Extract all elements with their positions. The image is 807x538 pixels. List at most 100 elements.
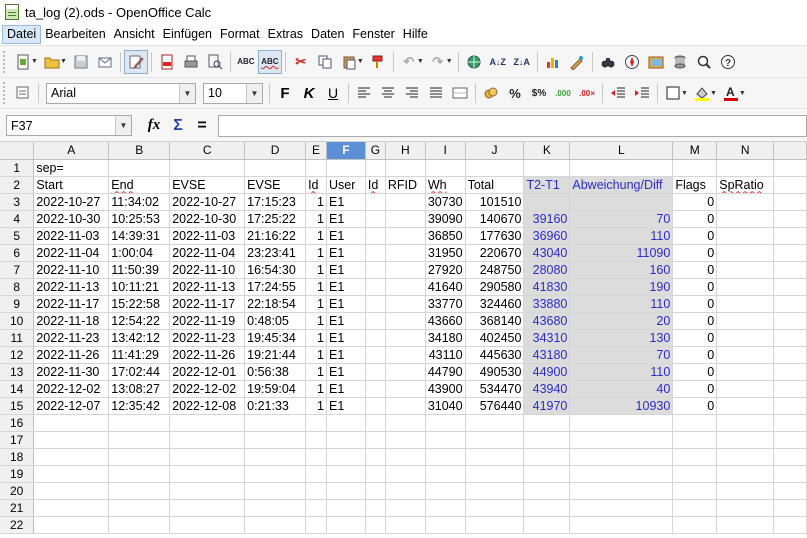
column-header-g[interactable]: G [365, 142, 386, 160]
cell-c1[interactable] [169, 159, 246, 177]
cell-h5[interactable] [385, 227, 426, 245]
cell-l6[interactable]: 11090 [569, 244, 674, 262]
autospellcheck-icon[interactable]: ABC [257, 49, 282, 74]
cell-c8[interactable]: 2022-11-13 [169, 278, 246, 296]
cell-c6[interactable]: 2022-11-04 [169, 244, 246, 262]
cell-h10[interactable] [385, 312, 426, 330]
cell-d12[interactable]: 19:21:44 [244, 346, 307, 364]
cell-i15[interactable]: 31040 [425, 397, 466, 415]
cell-f19[interactable] [326, 465, 366, 483]
cell-f18[interactable] [326, 448, 366, 466]
align-left-icon[interactable] [352, 81, 376, 105]
cell-h11[interactable] [385, 329, 426, 347]
cell-overflow[interactable] [773, 465, 807, 483]
cell-a12[interactable]: 2022-11-26 [33, 346, 110, 364]
cell-m3[interactable]: 0 [672, 193, 718, 211]
spellcheck-icon[interactable]: ABC [234, 50, 258, 74]
cell-l18[interactable] [569, 448, 674, 466]
cell-j15[interactable]: 576440 [465, 397, 525, 415]
cell-e1[interactable] [305, 159, 327, 177]
cell-b18[interactable] [108, 448, 171, 466]
merge-cells-icon[interactable] [448, 81, 472, 105]
cell-e12[interactable]: 1 [305, 346, 327, 364]
cell-i3[interactable]: 30730 [425, 193, 466, 211]
align-right-icon[interactable] [400, 81, 424, 105]
cell-j10[interactable]: 368140 [465, 312, 525, 330]
cell-g22[interactable] [365, 516, 386, 534]
cell-b4[interactable]: 10:25:53 [108, 210, 171, 228]
row-header[interactable]: 2 [0, 176, 35, 194]
column-header-n[interactable]: N [716, 142, 775, 160]
cell-l15[interactable]: 10930 [569, 397, 674, 415]
cell-g14[interactable] [365, 380, 386, 398]
cell-j2[interactable]: Total [465, 176, 525, 194]
row-header[interactable]: 22 [0, 516, 35, 534]
cell-j5[interactable]: 177630 [465, 227, 525, 245]
cell-j6[interactable]: 220670 [465, 244, 525, 262]
cell-g13[interactable] [365, 363, 386, 381]
add-decimal-icon[interactable]: .000 [551, 81, 575, 105]
cell-c20[interactable] [169, 482, 246, 500]
cell-f10[interactable]: E1 [326, 312, 366, 330]
cell-d9[interactable]: 22:18:54 [244, 295, 307, 313]
cut-icon[interactable]: ✂ [289, 50, 313, 74]
cell-l7[interactable]: 160 [569, 261, 674, 279]
cell-n22[interactable] [716, 516, 775, 534]
cell-c19[interactable] [169, 465, 246, 483]
cell-g20[interactable] [365, 482, 386, 500]
cell-d17[interactable] [244, 431, 307, 449]
cell-m1[interactable] [672, 159, 718, 177]
cell-d20[interactable] [244, 482, 307, 500]
cell-g21[interactable] [365, 499, 386, 517]
cell-e14[interactable]: 1 [305, 380, 327, 398]
formula-input[interactable] [218, 114, 807, 137]
cell-d11[interactable]: 19:45:34 [244, 329, 307, 347]
cell-a7[interactable]: 2022-11-10 [33, 261, 110, 279]
cell-m7[interactable]: 0 [672, 261, 718, 279]
row-header[interactable]: 18 [0, 448, 35, 466]
cell-overflow[interactable] [773, 261, 807, 279]
cell-m14[interactable]: 0 [672, 380, 718, 398]
cell-d1[interactable] [244, 159, 307, 177]
increase-indent-icon[interactable] [630, 81, 654, 105]
column-header-e[interactable]: E [305, 142, 327, 160]
cell-d18[interactable] [244, 448, 307, 466]
menu-hilfe[interactable]: Hilfe [399, 25, 432, 44]
cell-b8[interactable]: 10:11:21 [108, 278, 171, 296]
cell-l10[interactable]: 20 [569, 312, 674, 330]
cell-overflow[interactable] [773, 346, 807, 364]
italic-icon[interactable]: K [297, 81, 321, 105]
cell-l4[interactable]: 70 [569, 210, 674, 228]
cell-overflow[interactable] [773, 295, 807, 313]
cell-l13[interactable]: 110 [569, 363, 674, 381]
cell-j8[interactable]: 290580 [465, 278, 525, 296]
cell-m16[interactable] [672, 414, 718, 432]
cell-n9[interactable] [716, 295, 775, 313]
cell-b13[interactable]: 17:02:44 [108, 363, 171, 381]
cell-c18[interactable] [169, 448, 246, 466]
cell-h14[interactable] [385, 380, 426, 398]
cell-c16[interactable] [169, 414, 246, 432]
cell-m8[interactable]: 0 [672, 278, 718, 296]
cell-c15[interactable]: 2022-12-08 [169, 397, 246, 415]
cell-k21[interactable] [523, 499, 571, 517]
cell-n10[interactable] [716, 312, 775, 330]
cell-g6[interactable] [365, 244, 386, 262]
cell-a20[interactable] [33, 482, 110, 500]
column-header-k[interactable]: K [523, 142, 571, 160]
cell-n3[interactable] [716, 193, 775, 211]
cell-e20[interactable] [305, 482, 327, 500]
cell-overflow[interactable] [773, 193, 807, 211]
cell-g8[interactable] [365, 278, 386, 296]
cell-e9[interactable]: 1 [305, 295, 327, 313]
cell-m6[interactable]: 0 [672, 244, 718, 262]
cell-l22[interactable] [569, 516, 674, 534]
draw-functions-icon[interactable] [565, 50, 589, 74]
navigator-icon[interactable] [620, 50, 644, 74]
cell-k5[interactable]: 36960 [523, 227, 571, 245]
cell-m5[interactable]: 0 [672, 227, 718, 245]
row-header[interactable]: 9 [0, 295, 35, 313]
chevron-down-icon[interactable]: ▼ [710, 90, 717, 97]
cell-i5[interactable]: 36850 [425, 227, 466, 245]
cell-f7[interactable]: E1 [326, 261, 366, 279]
